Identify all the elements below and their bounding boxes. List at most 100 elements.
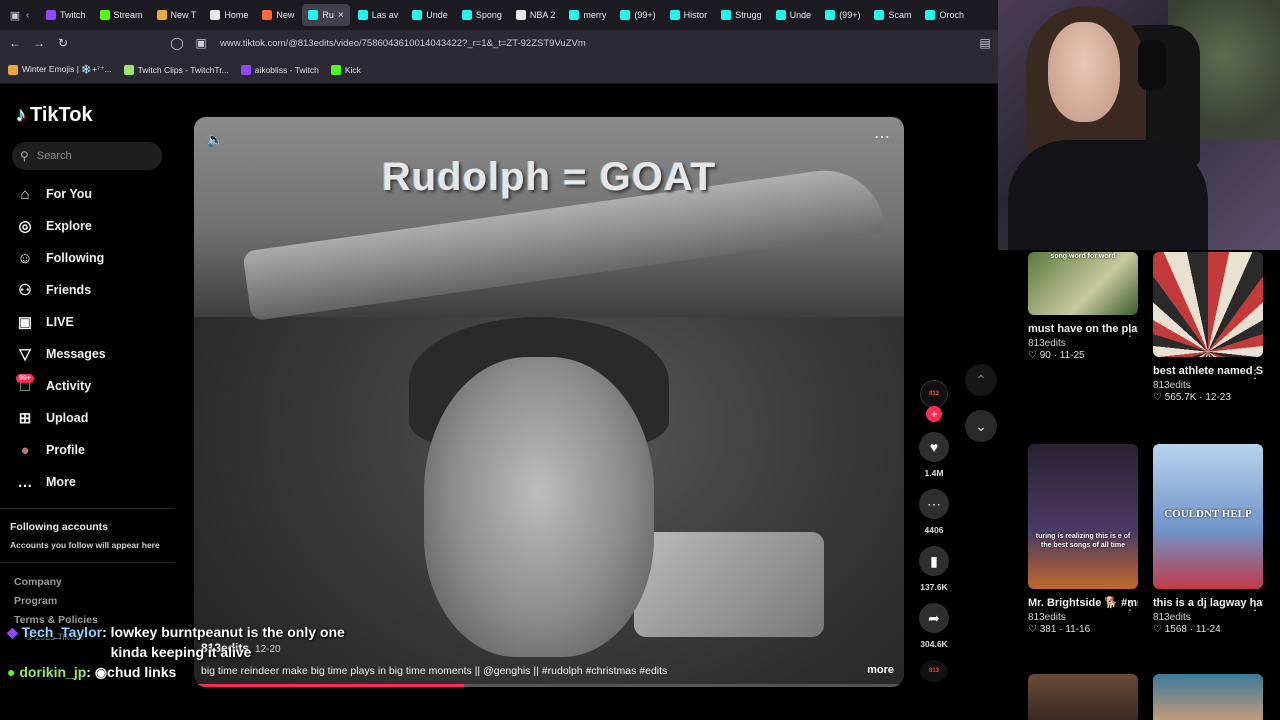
video-card[interactable]: turing is realizing this is e of the bes… (1028, 444, 1138, 635)
sidebar-item-label: Friends (46, 283, 92, 297)
video-card-date: 11-24 (1195, 624, 1221, 635)
sidebar-item-profile[interactable]: ● Profile (16, 441, 84, 459)
video-thumbnail[interactable]: COULDNT HELP (1153, 444, 1263, 589)
bookmark-item[interactable]: Twitch Clips - TwitchTr... (123, 64, 229, 75)
save-button[interactable]: ▮ 137.6K (919, 546, 949, 592)
browser-tab[interactable]: Spong (456, 4, 508, 26)
video-card-stats: ♡ 1568 · 11-24 (1153, 624, 1221, 635)
bookmark-item[interactable]: Winter Emojis | ❄️+⁷⁺... (8, 64, 112, 75)
sidebar-item-explore[interactable]: ◎ Explore (16, 217, 91, 235)
like-button[interactable]: ♥ 1.4M (919, 432, 949, 478)
sidebar-item-messages[interactable]: ▽ Messages (16, 345, 106, 363)
browser-tab[interactable]: (99+) (614, 4, 661, 26)
tab-favicon-icon (925, 10, 936, 20)
back-icon[interactable]: ← (8, 36, 22, 50)
video-card[interactable]: best athlete named Stephen |...⋮813edits… (1153, 252, 1263, 403)
sidebar-item-following[interactable]: ☺ Following (16, 249, 104, 267)
lock-icon[interactable]: ▣ (194, 36, 208, 50)
browser-tab[interactable]: Home (204, 4, 254, 26)
video-thumbnail[interactable] (1153, 674, 1263, 720)
browser-tab[interactable]: Scam (868, 4, 917, 26)
video-card-stats: ♡ 90 · 11-25 (1028, 350, 1085, 361)
browser-tab[interactable]: merry (563, 4, 612, 26)
sidebar-item-friends[interactable]: ⚇ Friends (16, 281, 91, 299)
card-more-icon[interactable]: ⋮ (1249, 367, 1261, 381)
video-card-date: 11-25 (1059, 350, 1085, 361)
card-more-icon[interactable]: ⋮ (1249, 599, 1261, 613)
card-more-icon[interactable]: ⋮ (1124, 599, 1136, 613)
video-player[interactable]: Rudolph = GOAT 🔈 ⋯ 813edits 12-20 big tim… (194, 117, 904, 687)
video-overlay-title: Rudolph = GOAT (381, 155, 717, 199)
bookmark-item[interactable]: aikobliss - Twitch (240, 64, 319, 75)
sound-disc-button[interactable]: 813 (919, 660, 949, 682)
browser-tab[interactable]: Unde (406, 4, 454, 26)
shield-icon[interactable]: ◯ (170, 36, 184, 50)
browser-tab[interactable]: (99+) (819, 4, 866, 26)
browser-tab[interactable]: Ru × (302, 4, 350, 26)
video-thumbnail[interactable] (1153, 252, 1263, 357)
view-count: 1568 (1164, 624, 1187, 635)
footer-link[interactable]: Company (14, 576, 62, 588)
browser-tab[interactable]: New (256, 4, 300, 26)
sidebar-item-upload[interactable]: ⊞ Upload (16, 409, 89, 427)
forward-icon[interactable]: → (32, 36, 46, 50)
video-card-author[interactable]: 813edits (1028, 338, 1138, 349)
next-video-button[interactable]: ⌄ (965, 410, 997, 442)
tab-label: (99+) (839, 10, 861, 20)
messages-icon: ▽ (19, 346, 31, 363)
video-card[interactable]: song word for word must have on the playl… (1028, 252, 1138, 361)
reload-icon[interactable]: ↻ (56, 36, 70, 50)
video-card-author[interactable]: 813edits (1028, 612, 1138, 623)
video-thumbnail[interactable] (1028, 674, 1138, 720)
browser-tab[interactable]: Strugg (715, 4, 768, 26)
url-field[interactable]: www.tiktok.com/@813edits/video/758604361… (218, 38, 586, 49)
sidebar-item-for-you[interactable]: ⌂ For You (16, 185, 92, 203)
chat-badge-icon: ● (7, 664, 16, 680)
comment-button[interactable]: ⋯ 4406 (919, 489, 949, 535)
author-avatar-button[interactable]: 813 + (919, 380, 949, 422)
card-more-icon[interactable]: ⋮ (1124, 325, 1136, 339)
video-card-author[interactable]: 813edits (1153, 612, 1263, 623)
browser-tab[interactable]: Stream (94, 4, 149, 26)
video-more-options-icon[interactable]: ⋯ (874, 127, 890, 147)
video-card-stats: ♡ 565.7K · 12-23 (1153, 392, 1231, 403)
bookmark-icon: ▮ (919, 546, 949, 576)
browser-tab[interactable]: Twitch (40, 4, 92, 26)
chevron-down-icon: ⌄ (975, 417, 987, 434)
previous-video-button[interactable]: ⌃ (965, 364, 997, 396)
share-button[interactable]: ➦ 304.6K (919, 603, 949, 649)
browser-tab[interactable]: Histor (664, 4, 714, 26)
sidebar-item-more[interactable]: … More (16, 473, 76, 491)
browser-tab[interactable]: Unde (770, 4, 818, 26)
video-card-title[interactable]: must have on the playlist || #stamp... (1028, 321, 1138, 337)
volume-icon[interactable]: 🔈 (206, 131, 223, 148)
close-tab-icon[interactable]: × (338, 10, 344, 21)
tab-list-icon[interactable]: ▣ (4, 9, 26, 22)
tab-label: Unde (789, 10, 812, 20)
video-card-title[interactable]: Mr. Brightside 🐕 #mrbrightside... (1028, 595, 1138, 611)
stream-chat-overlay: ◆ Tech_Taylor: lowkey burntpeanut is the… (7, 622, 381, 682)
follow-plus-icon[interactable]: + (926, 406, 942, 422)
browser-tab[interactable]: New T (151, 4, 203, 26)
video-card[interactable]: COULDNT HELP this is a dj lagway hate pos… (1153, 444, 1263, 635)
sidebar-item-label: Activity (46, 379, 92, 393)
footer-link[interactable]: Program (14, 595, 57, 607)
video-thumbnail[interactable]: song word for word (1028, 252, 1138, 315)
video-card-author[interactable]: 813edits (1153, 380, 1263, 391)
sidebar-item-live[interactable]: ▣ LIVE (16, 313, 74, 331)
browser-tab[interactable]: Oroch (919, 4, 970, 26)
search-input[interactable]: ⚲ Search (12, 142, 162, 170)
tiktok-logo[interactable]: ♪ TikTok (16, 104, 93, 127)
bookmark-item[interactable]: Kick (330, 64, 361, 75)
video-thumbnail[interactable]: turing is realizing this is e of the bes… (1028, 444, 1138, 589)
video-progress-bar[interactable] (194, 684, 904, 687)
browser-tab[interactable]: Las av (352, 4, 405, 26)
tab-scroll-left-icon[interactable]: ‹ (26, 10, 40, 21)
profile-avatar-icon: ● (20, 441, 30, 459)
caption-more-link[interactable]: more (867, 664, 894, 676)
video-card-title[interactable]: this is a dj lagway hate post ||... (1153, 595, 1263, 611)
sidebar-item-label: Messages (46, 347, 106, 361)
reader-view-icon[interactable]: ▤ (978, 36, 992, 50)
video-card-title[interactable]: best athlete named Stephen |... (1153, 363, 1263, 379)
browser-tab[interactable]: NBA 2 (510, 4, 562, 26)
